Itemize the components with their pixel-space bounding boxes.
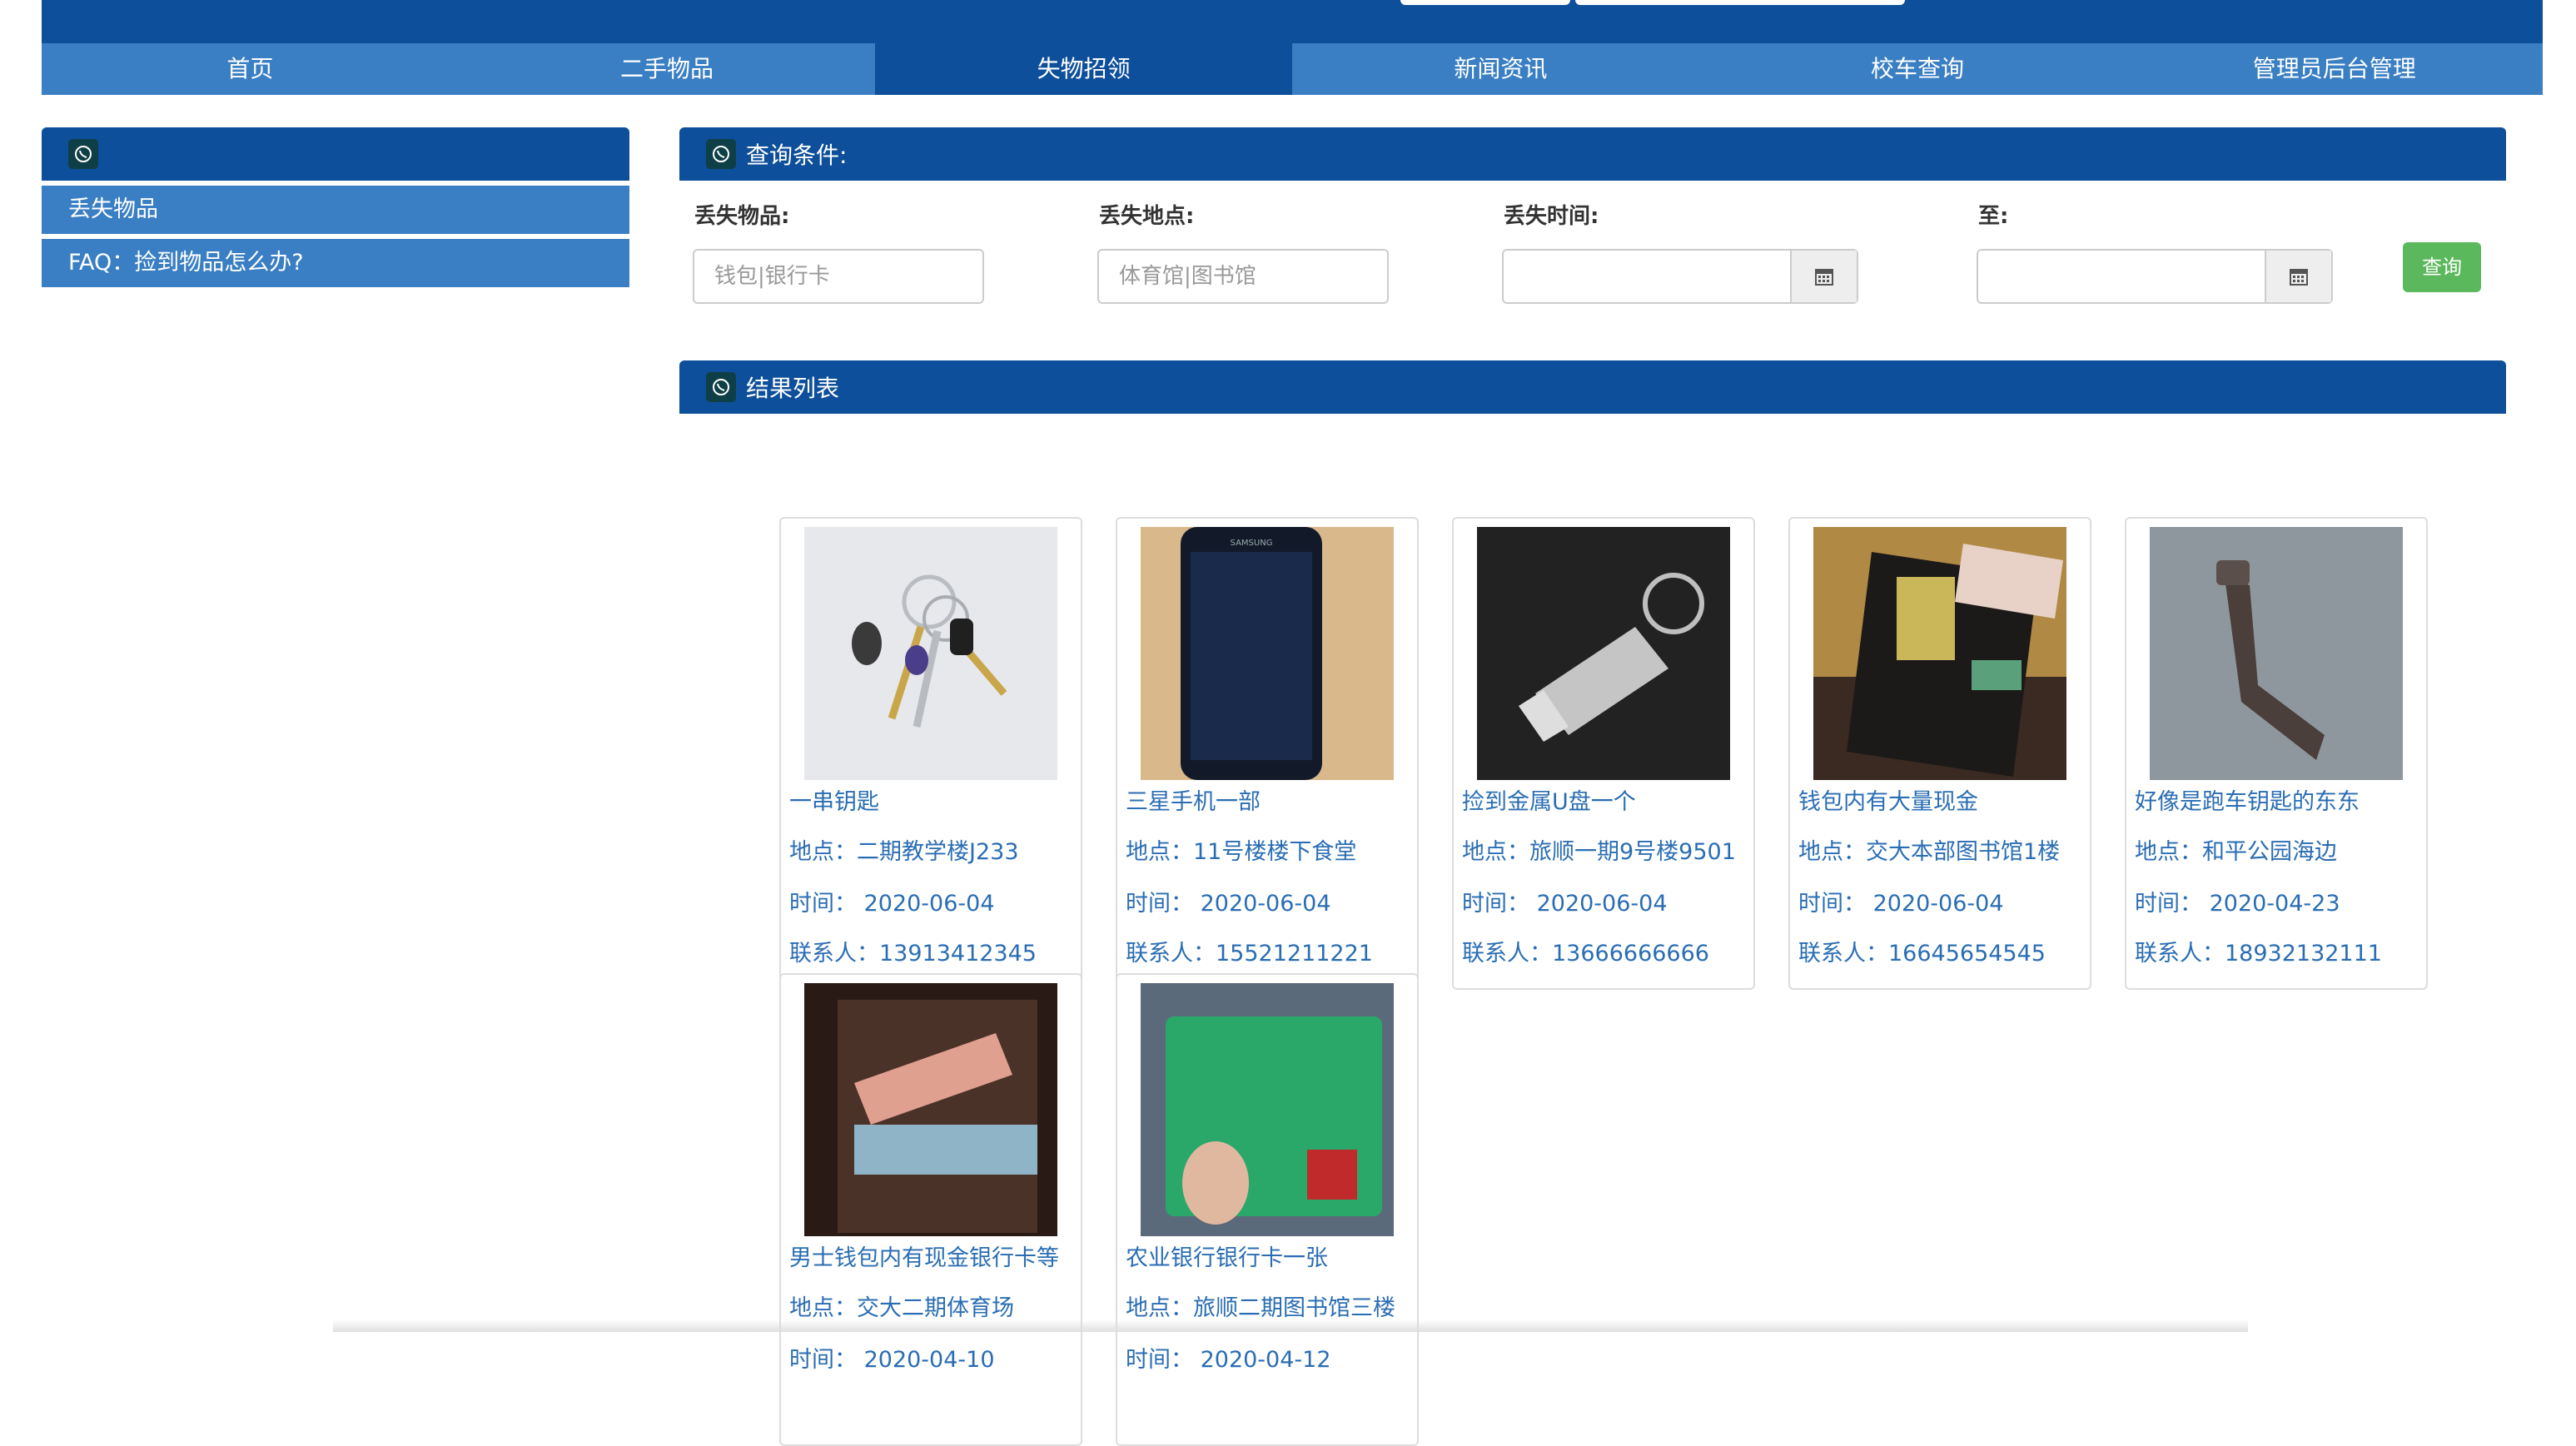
item-time: 时间： 2020-04-10 xyxy=(789,1347,995,1373)
query-title: 查询条件: xyxy=(746,142,848,169)
results-panel: 结果列表 xyxy=(679,360,2506,414)
sidebar-item-lost-items[interactable]: 丢失物品 xyxy=(42,186,629,234)
item-place: 地点：交大本部图书馆1楼 xyxy=(1798,839,2061,865)
item-time: 时间： 2020-04-23 xyxy=(2135,891,2340,917)
item-contact: 联系人：16645654545 xyxy=(1798,941,2046,966)
calendar-icon[interactable] xyxy=(2265,251,2331,302)
search-input-stub[interactable] xyxy=(1575,0,1905,5)
search-box-stub[interactable] xyxy=(1400,0,1570,5)
item-title[interactable]: 捡到金属U盘一个 xyxy=(1462,783,1636,816)
item-time: 时间： 2020-06-04 xyxy=(1798,891,2004,917)
query-header: 查询条件: xyxy=(679,127,2506,181)
result-card[interactable]: SAMSUNG 三星手机一部 地点：11号楼楼下食堂 时间： 2020-06-0… xyxy=(1116,517,1419,990)
item-time: 时间： 2020-06-04 xyxy=(789,891,995,917)
nav-item-news[interactable]: 新闻资讯 xyxy=(1292,43,1709,95)
item-contact: 联系人：15521211221 xyxy=(1126,941,1373,966)
nav-item-admin[interactable]: 管理员后台管理 xyxy=(2126,43,2543,95)
item-photo-crank[interactable] xyxy=(2150,527,2403,780)
query-button[interactable]: 查询 xyxy=(2403,242,2481,292)
item-photo-bankcard[interactable] xyxy=(1141,983,1394,1236)
item-photo-wallet2[interactable] xyxy=(804,983,1057,1236)
item-title[interactable]: 农业银行银行卡一张 xyxy=(1126,1240,1328,1272)
time-label: 丢失时间: xyxy=(1504,204,1599,229)
svg-text:SAMSUNG: SAMSUNG xyxy=(1231,539,1273,548)
result-card[interactable]: 钱包内有大量现金 地点：交大本部图书馆1楼 时间： 2020-06-04 联系人… xyxy=(1788,517,2091,990)
item-contact: 联系人：13666666666 xyxy=(1462,941,1709,966)
item-place: 地点：交大二期体育场 xyxy=(789,1295,1014,1321)
phone-icon xyxy=(68,139,98,169)
start-date-input[interactable] xyxy=(1502,249,1858,304)
item-time: 时间： 2020-06-04 xyxy=(1126,891,1331,917)
item-label: 丢失物品: xyxy=(694,204,790,229)
nav-item-shuttle[interactable]: 校车查询 xyxy=(1709,43,2126,95)
result-card[interactable]: 男士钱包内有现金银行卡等 地点：交大二期体育场 时间： 2020-04-10 xyxy=(779,973,1082,1446)
item-title[interactable]: 三星手机一部 xyxy=(1126,783,1261,816)
item-time: 时间： 2020-04-12 xyxy=(1126,1347,1331,1373)
end-date-input[interactable] xyxy=(1977,249,2333,304)
sidebar-item-faq[interactable]: FAQ：捡到物品怎么办? xyxy=(42,239,629,287)
item-title[interactable]: 一串钥匙 xyxy=(789,783,879,816)
item-place: 地点：旅顺二期图书馆三楼 xyxy=(1126,1295,1395,1321)
page-bottom-fade xyxy=(333,1319,2248,1332)
results-header: 结果列表 xyxy=(679,360,2506,414)
nav-item-lost-found[interactable]: 失物招领 xyxy=(875,43,1293,95)
item-photo-wallet[interactable] xyxy=(1813,527,2066,780)
item-photo-phone[interactable]: SAMSUNG xyxy=(1141,527,1394,780)
result-card[interactable]: 农业银行银行卡一张 地点：旅顺二期图书馆三楼 时间： 2020-04-12 xyxy=(1116,973,1419,1446)
calendar-icon[interactable] xyxy=(1790,251,1857,302)
item-contact: 联系人：13913412345 xyxy=(789,941,1037,966)
item-title[interactable]: 钱包内有大量现金 xyxy=(1798,783,1978,816)
sidebar: 丢失物品 FAQ：捡到物品怎么办? xyxy=(42,127,629,287)
result-card[interactable]: 一串钥匙 地点：二期教学楼J233 时间： 2020-06-04 联系人：139… xyxy=(779,517,1082,990)
result-card[interactable]: 好像是跑车钥匙的东东 地点：和平公园海边 时间： 2020-04-23 联系人：… xyxy=(2125,517,2428,990)
sidebar-header xyxy=(42,127,629,181)
item-photo-usb[interactable] xyxy=(1477,527,1730,780)
place-input[interactable]: 体育馆|图书馆 xyxy=(1097,249,1389,304)
item-time: 时间： 2020-06-04 xyxy=(1462,891,1668,917)
place-label: 丢失地点: xyxy=(1099,204,1195,229)
item-photo-keys[interactable] xyxy=(804,527,1057,780)
to-label: 至: xyxy=(1978,204,2009,229)
main-nav: 首页 二手物品 失物招领 新闻资讯 校车查询 管理员后台管理 xyxy=(42,43,2543,95)
result-card[interactable]: 捡到金属U盘一个 地点：旅顺一期9号楼9501 时间： 2020-06-04 联… xyxy=(1452,517,1755,990)
item-place: 地点：和平公园海边 xyxy=(2135,839,2337,865)
top-header-bar xyxy=(42,0,2543,43)
item-place: 地点：11号楼楼下食堂 xyxy=(1126,839,1357,865)
results-title: 结果列表 xyxy=(746,375,840,402)
item-title[interactable]: 男士钱包内有现金银行卡等 xyxy=(789,1240,1059,1272)
item-title[interactable]: 好像是跑车钥匙的东东 xyxy=(2135,783,2360,816)
item-input[interactable]: 钱包|银行卡 xyxy=(693,249,984,304)
main-content: 查询条件: 丢失物品: 丢失地点: 丢失时间: 至: 钱包|银行卡 体育馆|图书… xyxy=(679,127,2506,414)
phone-icon xyxy=(706,372,736,402)
item-place: 地点：二期教学楼J233 xyxy=(789,839,1019,865)
nav-item-home[interactable]: 首页 xyxy=(42,43,459,95)
item-contact: 联系人：18932132111 xyxy=(2135,941,2382,966)
item-place: 地点：旅顺一期9号楼9501 xyxy=(1462,839,1736,865)
nav-item-secondhand[interactable]: 二手物品 xyxy=(459,43,876,95)
phone-icon xyxy=(706,139,736,169)
